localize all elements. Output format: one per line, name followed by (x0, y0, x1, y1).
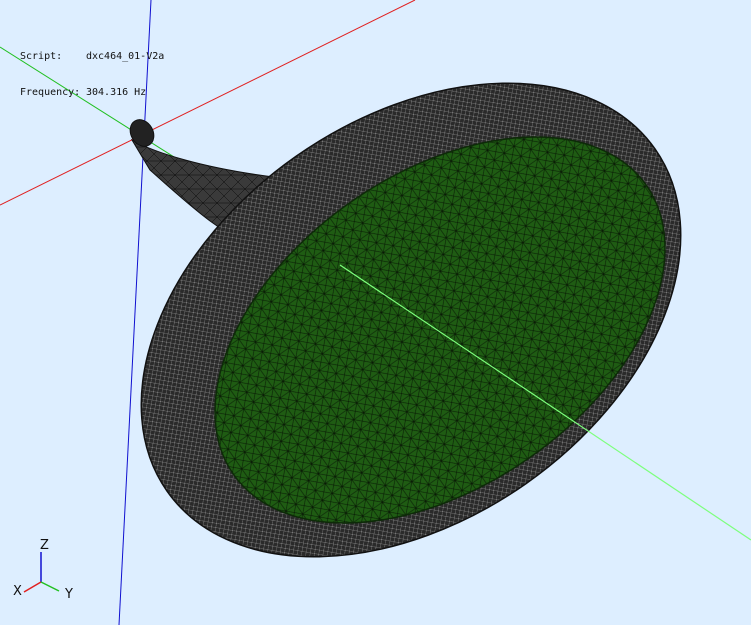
triad-x-line (23, 581, 42, 593)
frequency-row: Frequency: 304.316 Hz (20, 87, 164, 99)
triad-y-line (40, 581, 60, 592)
triad-x-label: X (13, 584, 22, 599)
3d-viewport[interactable]: Script: dxc464_01-V2a Frequency: 304.316 H… (0, 0, 751, 625)
triad-z-label: Z (40, 538, 49, 553)
frequency-value: 304.316 Hz (86, 87, 147, 98)
script-label: Script: (20, 51, 63, 62)
info-overlay: Script: dxc464_01-V2a Frequency: 304.316 H… (20, 27, 164, 123)
triad-y-label: Y (65, 587, 73, 602)
frequency-label: Frequency: (20, 87, 81, 98)
script-row: Script: dxc464_01-V2a (20, 51, 164, 63)
script-value: dxc464_01-V2a (86, 51, 165, 62)
